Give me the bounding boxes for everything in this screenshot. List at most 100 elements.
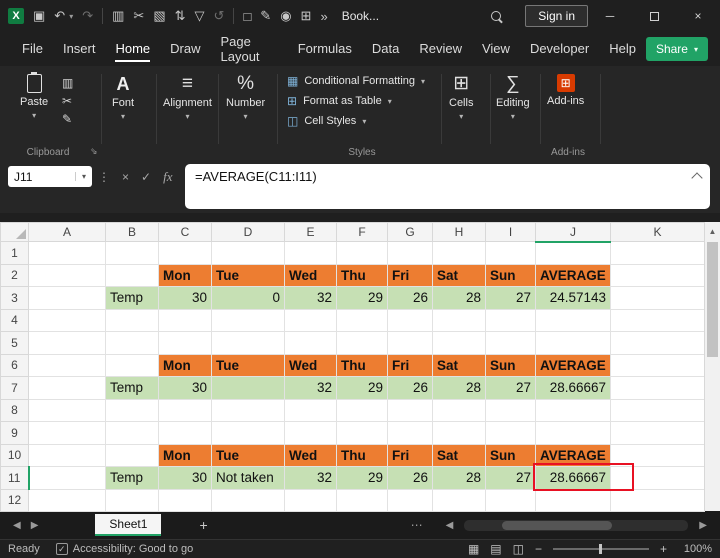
undo-dropdown-icon[interactable]: ▾	[69, 12, 73, 21]
cell[interactable]	[28, 376, 106, 400]
col-header-F[interactable]: F	[336, 222, 388, 242]
cell[interactable]	[105, 263, 159, 287]
cell[interactable]	[105, 353, 159, 377]
cell[interactable]	[432, 241, 486, 265]
col-header-G[interactable]: G	[387, 222, 433, 242]
cell[interactable]	[158, 398, 212, 422]
cell-I6[interactable]: Sun	[485, 353, 536, 377]
tab-review[interactable]: Review	[409, 34, 472, 64]
cell[interactable]	[158, 331, 212, 355]
col-header-B[interactable]: B	[105, 222, 159, 242]
cut-icon[interactable]: ✂	[62, 94, 73, 108]
cell[interactable]	[387, 398, 433, 422]
row-header-2[interactable]: 2	[0, 263, 29, 287]
cell-H6[interactable]: Sat	[432, 353, 486, 377]
cell-H2[interactable]: Sat	[432, 263, 486, 287]
new-document-icon[interactable]: □	[243, 9, 251, 24]
cell-I2[interactable]: Sun	[485, 263, 536, 287]
cell-D11[interactable]: Not taken	[211, 466, 285, 490]
row-header-4[interactable]: 4	[0, 308, 29, 332]
cell[interactable]	[105, 241, 159, 265]
cell[interactable]	[535, 488, 611, 512]
select-all-button[interactable]	[0, 222, 29, 242]
cell-E3[interactable]: 32	[284, 286, 337, 310]
cell[interactable]	[284, 488, 337, 512]
cell[interactable]	[28, 286, 106, 310]
cell-J3[interactable]: 24.57143	[535, 286, 611, 310]
row-header-9[interactable]: 9	[0, 421, 29, 445]
cell[interactable]	[610, 263, 705, 287]
cell[interactable]	[610, 466, 705, 490]
cell[interactable]	[432, 331, 486, 355]
formula-input[interactable]: =AVERAGE(C11:I11)	[185, 164, 710, 209]
font-group-button[interactable]: A Font ▾	[112, 74, 134, 121]
cell-C11[interactable]: 30	[158, 466, 212, 490]
cell-C10[interactable]: Mon	[158, 443, 212, 467]
cell-C7[interactable]: 30	[158, 376, 212, 400]
filter-icon[interactable]: ▽	[195, 8, 205, 24]
accessibility-status[interactable]: Accessibility: Good to go	[73, 543, 193, 555]
cell-G10[interactable]: Fri	[387, 443, 433, 467]
cell[interactable]	[284, 331, 337, 355]
page-layout-view-icon[interactable]: ▤	[490, 542, 501, 556]
cell[interactable]	[387, 421, 433, 445]
next-sheet-icon[interactable]: ▶	[26, 520, 44, 531]
col-header-A[interactable]: A	[28, 222, 106, 242]
save-icon[interactable]: ▣	[33, 8, 45, 24]
cell-J7[interactable]: 28.66667	[535, 376, 611, 400]
vertical-scrollbar-thumb[interactable]	[707, 242, 718, 357]
cancel-entry-icon[interactable]: ×	[122, 170, 129, 184]
cell[interactable]	[284, 241, 337, 265]
cell[interactable]	[284, 398, 337, 422]
cell[interactable]	[28, 353, 106, 377]
cell[interactable]	[284, 308, 337, 332]
format-as-table-button[interactable]: ⊞ Format as Table ▾	[287, 94, 425, 108]
minimize-button[interactable]: ─	[588, 0, 632, 32]
cell-H7[interactable]: 28	[432, 376, 486, 400]
cell[interactable]	[432, 488, 486, 512]
cell[interactable]	[610, 241, 705, 265]
cell-G11[interactable]: 26	[387, 466, 433, 490]
cell-G6[interactable]: Fri	[387, 353, 433, 377]
cell-E7[interactable]: 32	[284, 376, 337, 400]
insert-picture-icon[interactable]: ▧	[153, 8, 165, 24]
cell[interactable]	[336, 241, 388, 265]
sign-in-button[interactable]: Sign in	[525, 5, 588, 27]
cell-styles-button[interactable]: ◫ Cell Styles ▾	[287, 114, 425, 128]
cell[interactable]	[336, 331, 388, 355]
cell[interactable]	[485, 241, 536, 265]
cell[interactable]	[432, 308, 486, 332]
undo-all-icon[interactable]: ↺	[214, 8, 225, 24]
cell-H3[interactable]: 28	[432, 286, 486, 310]
horizontal-scrollbar-thumb[interactable]	[502, 520, 613, 530]
row-header-8[interactable]: 8	[0, 398, 29, 422]
cell[interactable]	[336, 398, 388, 422]
tab-view[interactable]: View	[472, 34, 520, 64]
cell-D10[interactable]: Tue	[211, 443, 285, 467]
undo-icon[interactable]: ↶	[54, 8, 65, 24]
cell-E2[interactable]: Wed	[284, 263, 337, 287]
cell-C3[interactable]: 30	[158, 286, 212, 310]
cell-B7[interactable]: Temp	[105, 376, 159, 400]
cell[interactable]	[610, 443, 705, 467]
formula-options-icon[interactable]: ⋮	[98, 170, 110, 184]
cell[interactable]	[610, 353, 705, 377]
cell-D6[interactable]: Tue	[211, 353, 285, 377]
copy-icon[interactable]: ▥	[112, 8, 124, 24]
cell[interactable]	[387, 331, 433, 355]
cell-F10[interactable]: Thu	[336, 443, 388, 467]
cell-F3[interactable]: 29	[336, 286, 388, 310]
number-group-button[interactable]: % Number ▾	[226, 74, 265, 122]
cell[interactable]	[28, 398, 106, 422]
row-header-6[interactable]: 6	[0, 353, 29, 377]
scroll-left-icon[interactable]: ◀	[441, 520, 459, 531]
cell[interactable]	[284, 421, 337, 445]
cells-group-button[interactable]: ⊞ Cells ▾	[449, 74, 473, 122]
table-icon[interactable]: ⊞	[301, 8, 312, 24]
confirm-entry-icon[interactable]: ✓	[141, 170, 151, 184]
col-header-C[interactable]: C	[158, 222, 212, 242]
cell-I10[interactable]: Sun	[485, 443, 536, 467]
cell[interactable]	[28, 466, 106, 490]
cell[interactable]	[485, 488, 536, 512]
cell[interactable]	[610, 398, 705, 422]
